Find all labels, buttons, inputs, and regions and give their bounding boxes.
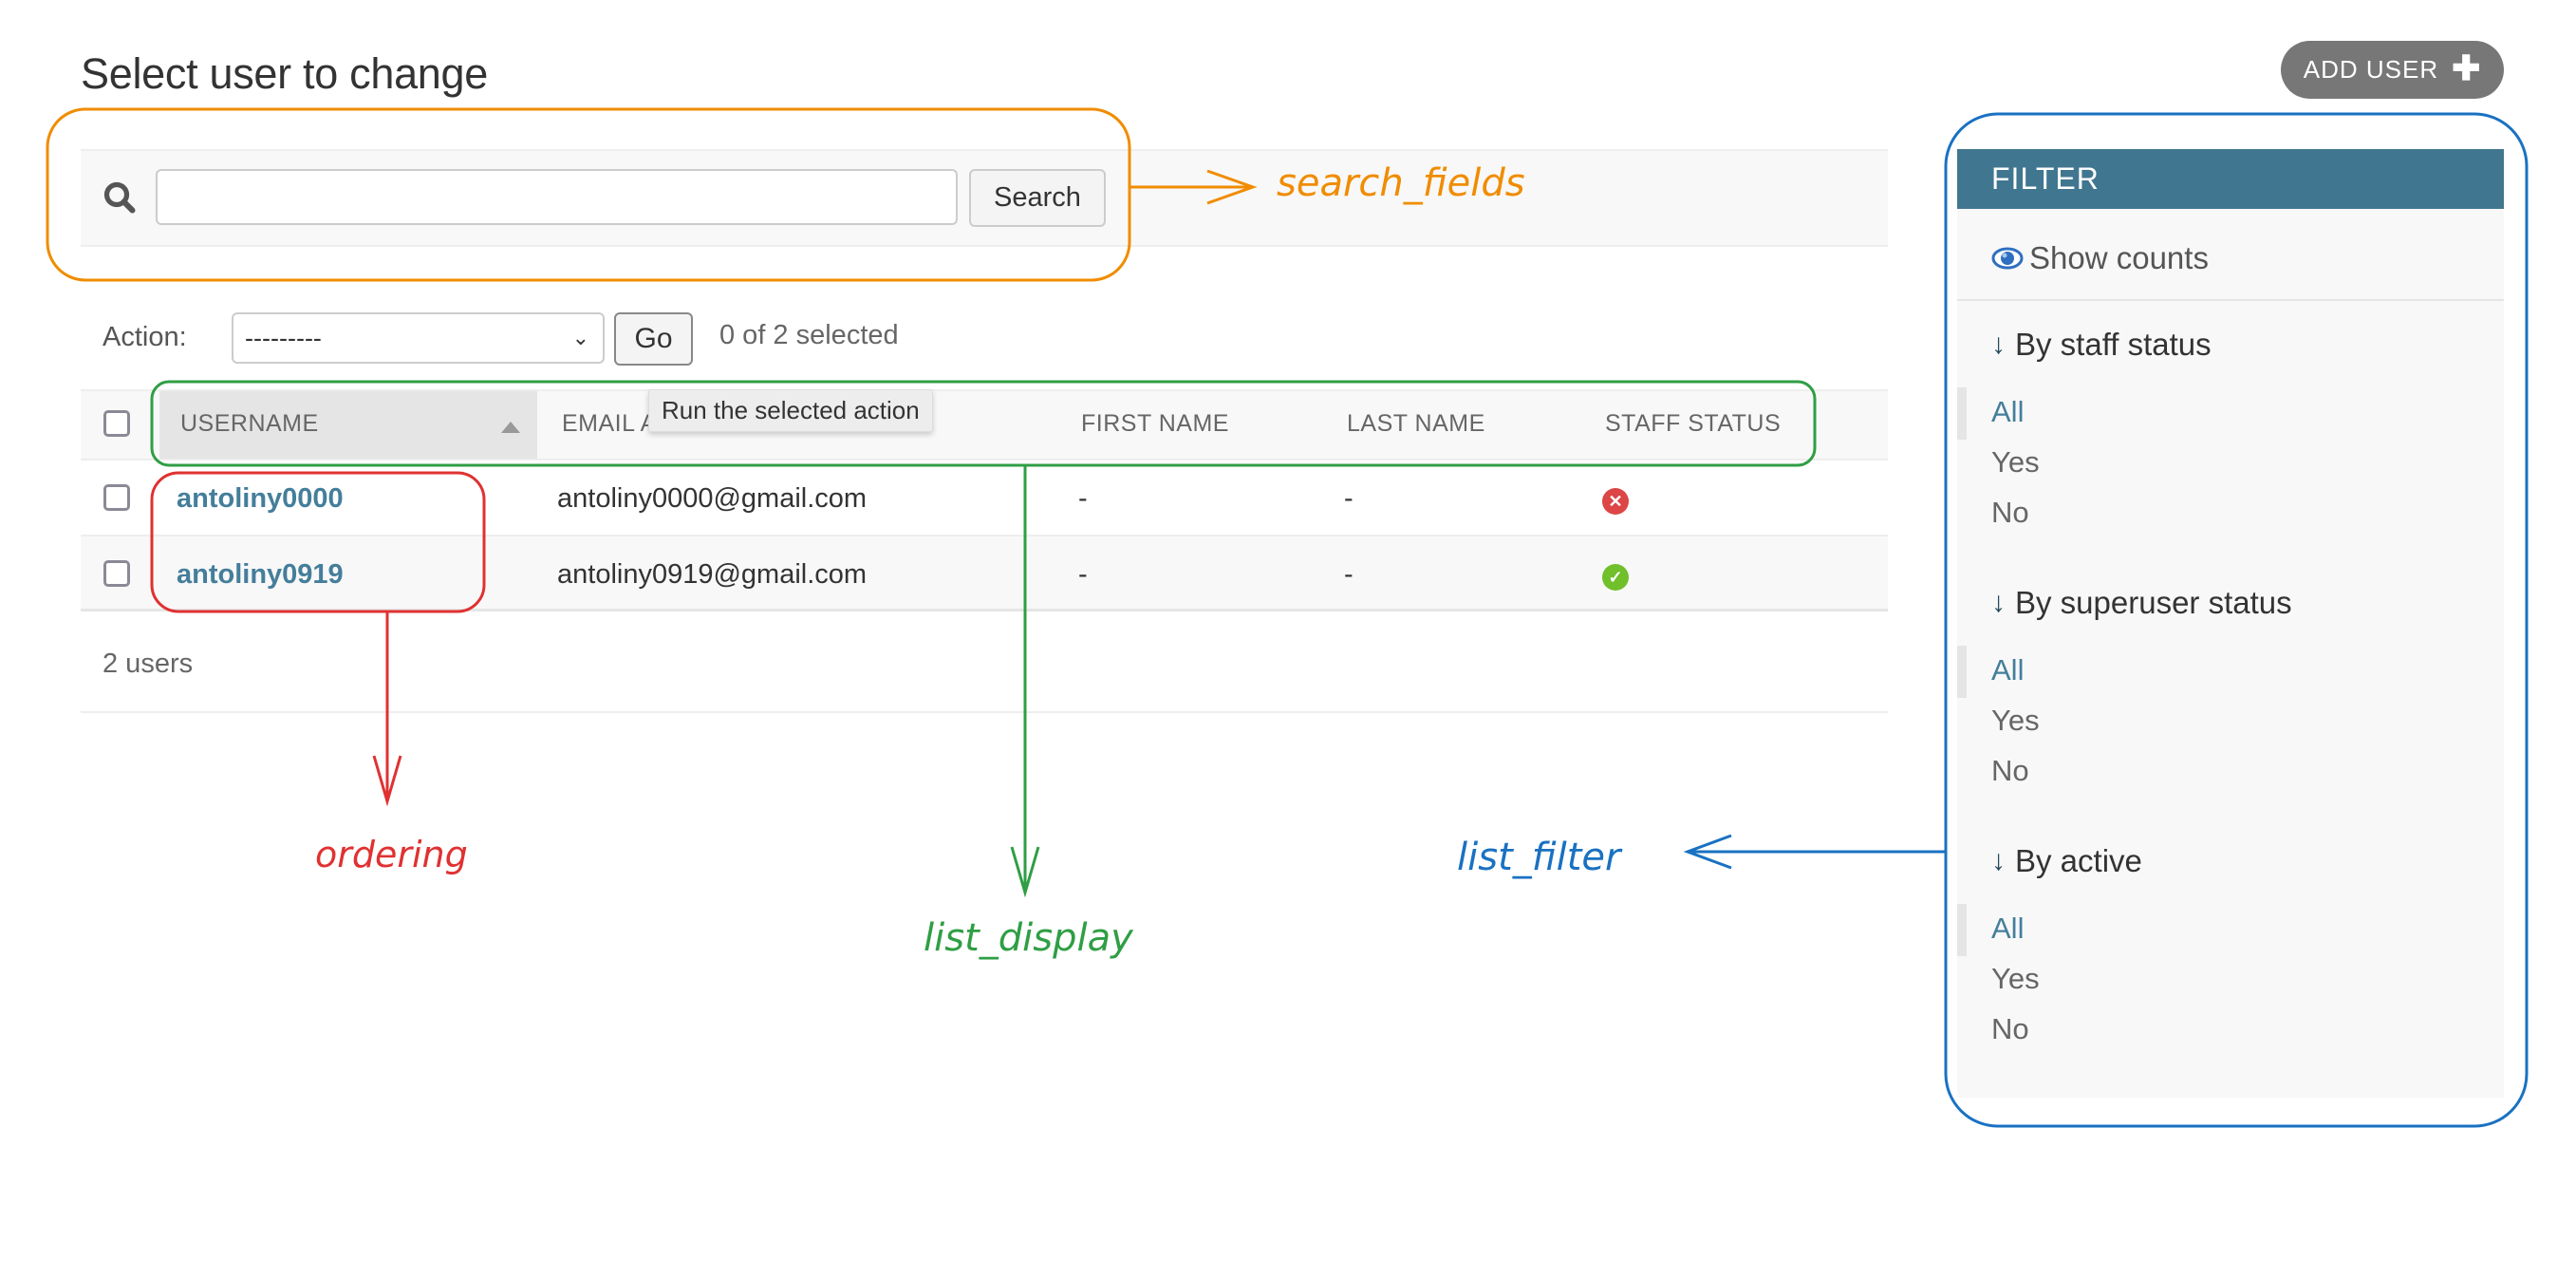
ordering-highlight: [150, 471, 486, 613]
list-filter-highlight: [1944, 112, 2529, 1128]
ordering-annotation: ordering: [315, 834, 468, 875]
list-display-annotation: list_display: [924, 916, 1133, 960]
search-fields-highlight: [46, 107, 1131, 282]
list-display-highlight: [150, 380, 1817, 467]
search-fields-annotation: search_fields: [1277, 161, 1525, 205]
list-filter-annotation: list_filter: [1457, 836, 1621, 879]
